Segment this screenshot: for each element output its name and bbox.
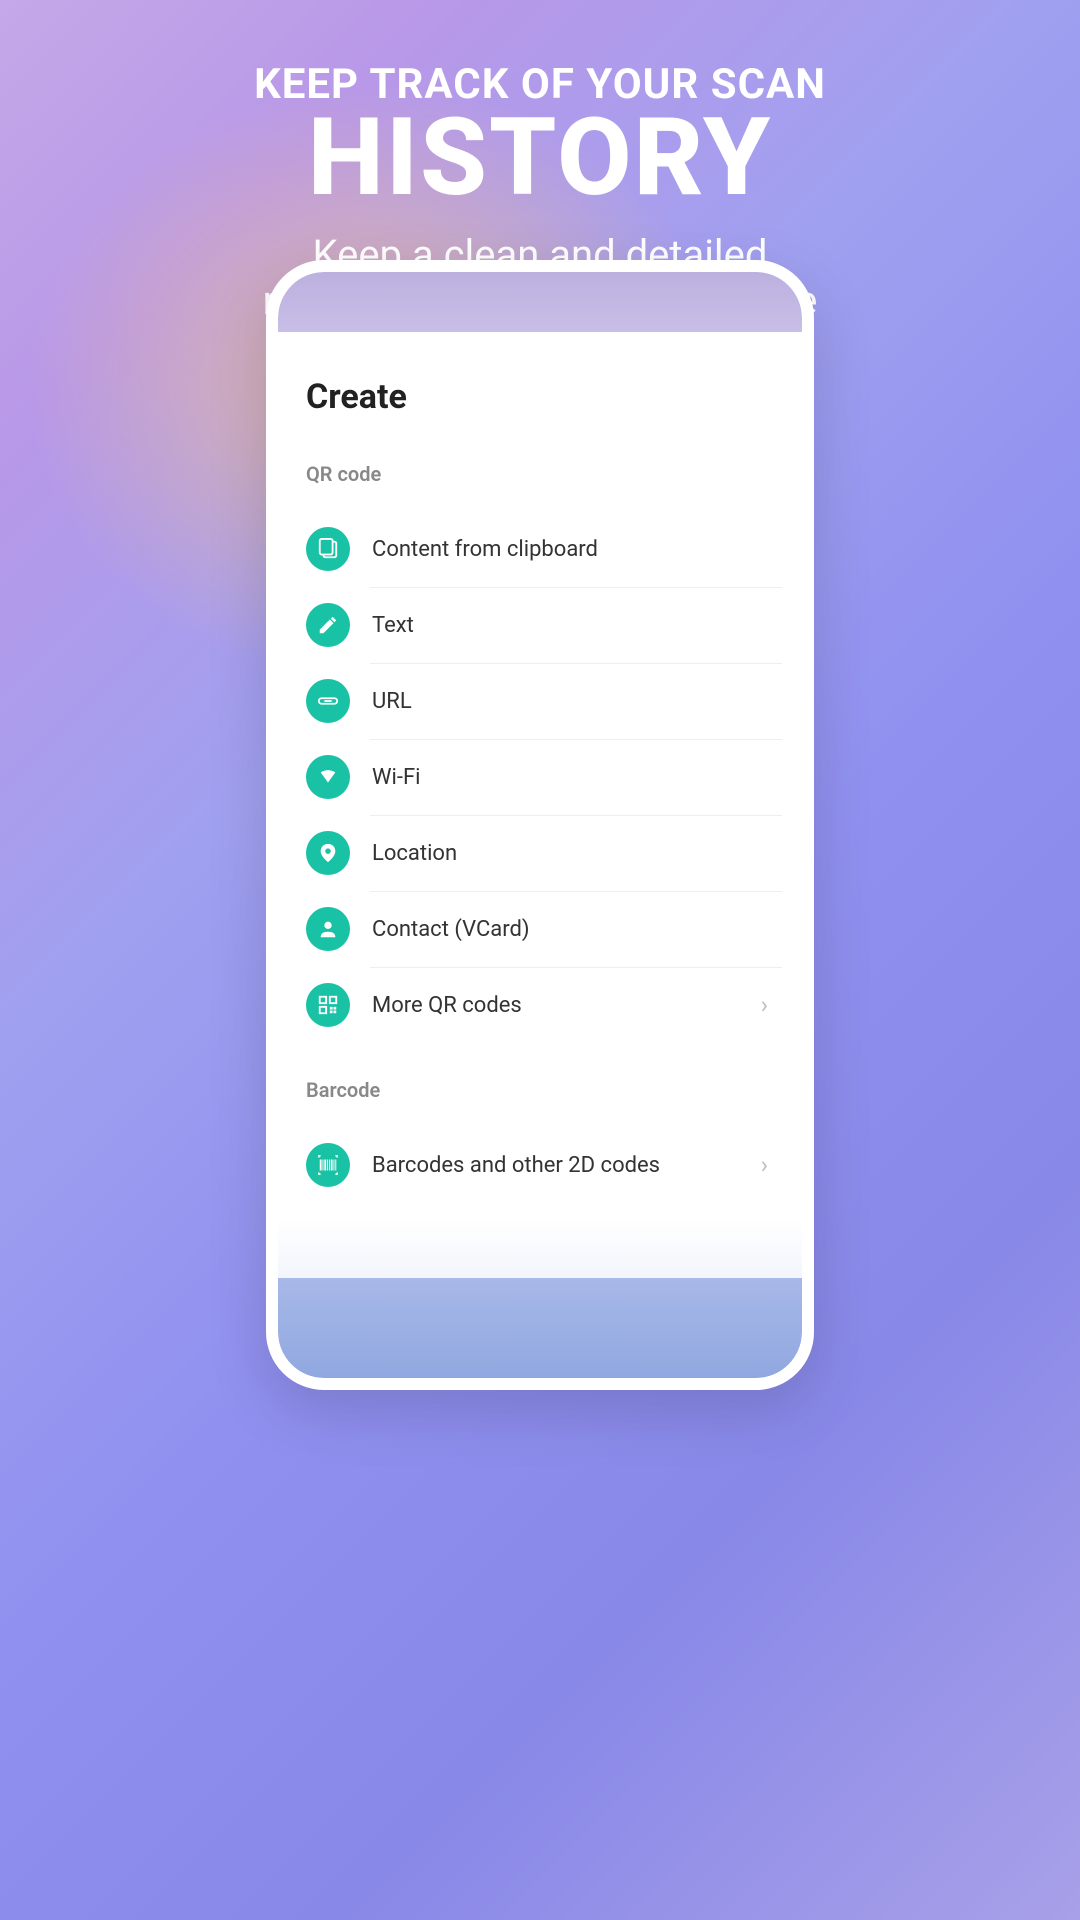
item-url[interactable]: URL — [298, 663, 782, 739]
item-location[interactable]: Location — [298, 815, 782, 891]
wifi-icon — [306, 755, 350, 799]
section-header-qr: QR code — [298, 462, 782, 486]
hero-title: HISTORY — [0, 104, 1080, 212]
item-label: URL — [372, 689, 774, 714]
item-label: Text — [372, 613, 774, 638]
item-label: Content from clipboard — [372, 537, 774, 562]
item-more-qr[interactable]: More QR codes › — [298, 967, 782, 1043]
qr-icon — [306, 983, 350, 1027]
barcode-icon — [306, 1143, 350, 1187]
item-label: Wi-Fi — [372, 765, 774, 790]
item-clipboard[interactable]: Content from clipboard — [298, 511, 782, 587]
item-barcodes[interactable]: Barcodes and other 2D codes › — [298, 1127, 782, 1203]
page-title: Create — [298, 377, 782, 417]
chevron-right-icon: › — [761, 991, 768, 1019]
bottom-bar — [278, 1278, 802, 1378]
section-header-barcode: Barcode — [298, 1078, 782, 1102]
item-label: More QR codes — [372, 993, 761, 1018]
link-icon — [306, 679, 350, 723]
clipboard-icon — [306, 527, 350, 571]
location-icon — [306, 831, 350, 875]
item-label: Location — [372, 841, 774, 866]
item-contact[interactable]: Contact (VCard) — [298, 891, 782, 967]
phone-screen: Create QR code Content from clipboard Te… — [278, 272, 802, 1378]
item-label: Barcodes and other 2D codes — [372, 1153, 761, 1178]
status-bar — [278, 272, 802, 332]
chevron-right-icon: › — [761, 1151, 768, 1179]
contact-icon — [306, 907, 350, 951]
item-wifi[interactable]: Wi-Fi — [298, 739, 782, 815]
pen-icon — [306, 603, 350, 647]
fade-overlay — [278, 1218, 802, 1278]
item-text[interactable]: Text — [298, 587, 782, 663]
phone-frame: Create QR code Content from clipboard Te… — [266, 260, 814, 1390]
item-label: Contact (VCard) — [372, 917, 774, 942]
